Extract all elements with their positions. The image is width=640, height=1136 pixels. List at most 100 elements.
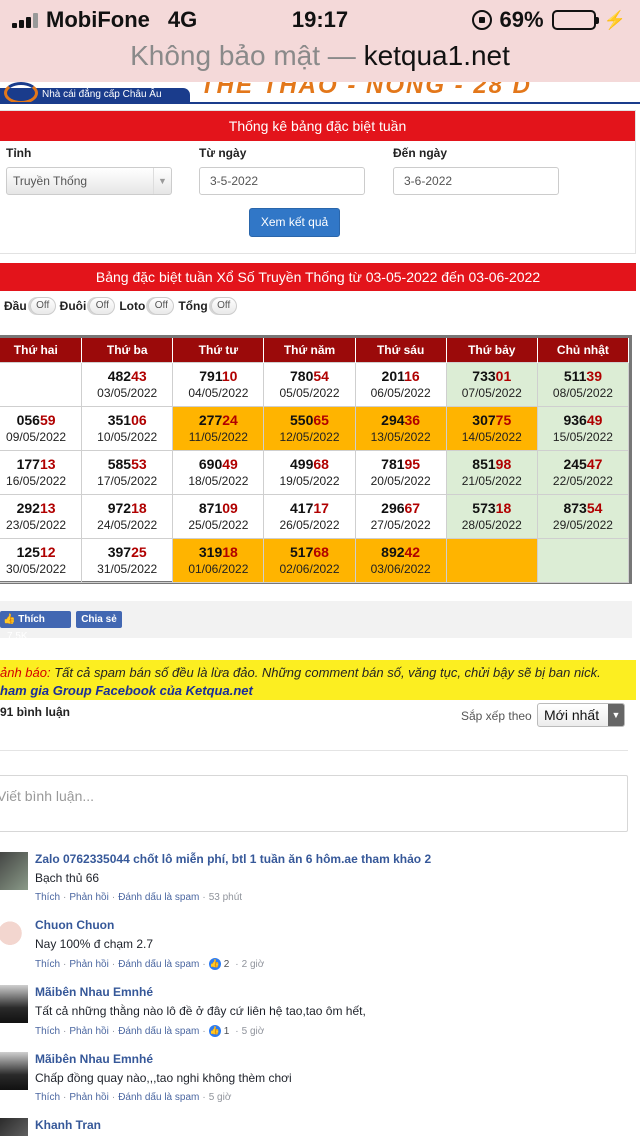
result-number: 29667 xyxy=(356,500,446,516)
ad-banner[interactable]: Nhà cái đẳng cấp Châu Âu THỂ THAO - NÓNG… xyxy=(0,82,640,104)
url-host: ketqua1.net xyxy=(363,40,510,71)
column-header: Thứ sáu xyxy=(355,338,447,362)
result-cell: 57318 28/05/2022 xyxy=(445,493,538,539)
comment-reply-link[interactable]: Phản hồi xyxy=(69,959,108,970)
result-cell: 24547 22/05/2022 xyxy=(536,449,630,495)
result-number: 48243 xyxy=(82,368,172,384)
comment-like-link[interactable]: Thích xyxy=(35,892,60,903)
toggle-switch[interactable]: Off xyxy=(89,297,116,315)
sort-select[interactable]: Mới nhất ▼ xyxy=(537,703,625,727)
number-tail: 01 xyxy=(495,367,512,384)
number-tail: 95 xyxy=(404,455,421,472)
comment-time: 2 giờ xyxy=(241,958,265,970)
result-number: 79110 xyxy=(173,368,263,384)
result-date: 13/05/2022 xyxy=(370,429,431,444)
comment-author[interactable]: Mãibên Nhau Emnhé xyxy=(35,1052,153,1066)
result-number: 78054 xyxy=(264,368,354,384)
toggle-switch[interactable]: Off xyxy=(148,297,175,315)
number-tail: 13 xyxy=(39,455,56,472)
like-count: 7,5K xyxy=(7,631,28,642)
comment-author[interactable]: Mãibên Nhau Emnhé xyxy=(35,985,153,999)
toggle-switch[interactable]: Off xyxy=(29,297,56,315)
number-head: 296 xyxy=(381,499,405,516)
facebook-like-button[interactable]: 👍 Thích 7,5K xyxy=(0,611,71,642)
number-head: 307 xyxy=(472,411,496,428)
comment-author[interactable]: Khanh Tran xyxy=(35,1118,101,1132)
view-results-button[interactable]: Xem kết quả xyxy=(249,208,340,237)
separator: · xyxy=(111,892,116,903)
result-date: 21/05/2022 xyxy=(461,473,522,488)
table-row: 17713 16/05/2022 58553 17/05/2022 69049 18/05… xyxy=(0,449,630,495)
results-table: Thứ hai Thứ ba Thứ tư Thứ năm Thứ sáu Thứ bảy… xyxy=(0,338,630,583)
comment-item: Mãibên Nhau Emnhé Chấp đồng quay nào,,,ta… xyxy=(0,1052,630,1112)
comment-spam-link[interactable]: Đánh dấu là spam xyxy=(118,1092,199,1103)
number-tail: 98 xyxy=(495,455,512,472)
result-date: 14/05/2022 xyxy=(461,429,522,444)
result-date: 23/05/2022 xyxy=(6,517,67,532)
comment-like-link[interactable]: Thích xyxy=(35,1092,60,1103)
table-row: 48243 03/05/2022 79110 04/05/2022 78054 05/05… xyxy=(0,361,630,407)
warning-line: ảnh báo: Tất cả spam bán số đều là lừa đ… xyxy=(0,664,636,682)
comment-like-link[interactable]: Thích xyxy=(35,959,60,970)
result-date: 18/05/2022 xyxy=(188,473,249,488)
number-head: 573 xyxy=(472,499,496,516)
number-head: 550 xyxy=(290,411,314,428)
separator: · xyxy=(63,958,67,970)
avatar[interactable] xyxy=(0,852,28,890)
comment-author[interactable]: Chuon Chuon xyxy=(35,918,114,932)
number-tail: 24 xyxy=(222,411,238,428)
comment-reply-link[interactable]: Phản hồi xyxy=(69,1026,108,1037)
number-tail: 54 xyxy=(313,367,329,384)
number-head: 201 xyxy=(381,367,405,384)
comment-input[interactable]: Viết bình luận... xyxy=(0,775,628,832)
comment-like-link[interactable]: Thích xyxy=(35,1026,60,1037)
number-head: 851 xyxy=(472,455,496,472)
comment-spam-link[interactable]: Đánh dấu là spam xyxy=(118,1026,199,1037)
avatar[interactable] xyxy=(0,918,28,956)
separator: · xyxy=(235,1025,239,1037)
number-tail: 09 xyxy=(222,499,238,516)
result-cell: 12512 30/05/2022 xyxy=(0,537,83,583)
result-cell: 87354 29/05/2022 xyxy=(536,493,630,539)
avatar[interactable] xyxy=(0,1118,28,1136)
result-cell: 27724 11/05/2022 xyxy=(172,405,265,451)
result-cell: 51139 08/05/2022 xyxy=(536,361,630,407)
result-number: 51139 xyxy=(538,368,628,384)
result-number: 41717 xyxy=(264,500,354,516)
comment-reply-link[interactable]: Phản hồi xyxy=(69,1092,108,1103)
chevron-down-icon: ▼ xyxy=(608,704,624,726)
url-bar[interactable]: Không bảo mật — ketqua1.net xyxy=(0,40,640,82)
number-tail: 75 xyxy=(495,411,512,428)
comment-time: 5 giờ xyxy=(208,1092,232,1103)
result-date: 17/05/2022 xyxy=(97,473,158,488)
comment-like-count: 2 xyxy=(223,958,230,970)
result-date: 02/06/2022 xyxy=(279,561,340,576)
facebook-share-button[interactable]: Chia sẻ xyxy=(76,611,122,628)
separator: · xyxy=(202,1092,206,1103)
result-date: 28/05/2022 xyxy=(461,517,522,532)
result-date: 24/05/2022 xyxy=(97,517,158,532)
comment-item: Chuon Chuon Nay 100% đ chạm 2.7 Thích · Phản… xyxy=(0,918,630,978)
from-date-input[interactable]: 3-5-2022 xyxy=(199,167,365,195)
facebook-group-link[interactable]: ham gia Group Facebook của Ketqua.net xyxy=(0,682,636,700)
comment-reply-link[interactable]: Phản hồi xyxy=(69,892,108,903)
number-head: 733 xyxy=(472,367,496,384)
result-cell: 49968 19/05/2022 xyxy=(263,449,356,495)
result-date: 25/05/2022 xyxy=(188,517,249,532)
comment-spam-link[interactable]: Đánh dấu là spam xyxy=(118,959,199,970)
comment-spam-link[interactable]: Đánh dấu là spam xyxy=(118,892,199,903)
avatar[interactable] xyxy=(0,1052,28,1090)
warning-prefix: ảnh báo: xyxy=(0,665,51,680)
number-head: 125 xyxy=(16,543,40,560)
to-date-input[interactable]: 3-6-2022 xyxy=(393,167,559,195)
comment-author[interactable]: Zalo 0762335044 chốt lô miễn phí, btl 1 … xyxy=(35,852,431,866)
avatar[interactable] xyxy=(0,985,28,1023)
number-head: 690 xyxy=(198,455,223,472)
like-count-icon: 👍 xyxy=(208,958,221,970)
like-count-icon: 👍 xyxy=(208,1025,221,1037)
toggle-switch[interactable]: Off xyxy=(210,297,237,315)
result-cell xyxy=(536,537,630,583)
comment-time: 5 giờ xyxy=(241,1025,265,1037)
number-tail: 39 xyxy=(586,367,602,384)
province-select[interactable]: Truyền Thống ▼ xyxy=(6,167,172,195)
